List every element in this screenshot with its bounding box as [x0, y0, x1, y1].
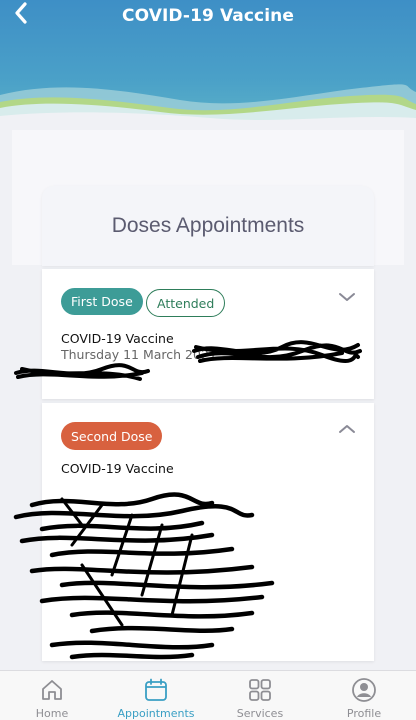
vaccine-name: COVID-19 Vaccine — [61, 331, 174, 346]
page-title: COVID-19 Vaccine — [122, 6, 294, 26]
redaction-scribble — [14, 363, 150, 381]
chevron-down-icon[interactable] — [338, 291, 356, 303]
home-icon — [42, 680, 62, 700]
dose-item-first[interactable]: First Dose Attended COVID-19 Vaccine Thu… — [14, 269, 374, 399]
profile-icon — [352, 678, 376, 702]
grid-icon — [249, 679, 271, 701]
dose-item-second[interactable]: Second Dose COVID-19 Vaccine — [13, 403, 374, 661]
tab-appointments-label: Appointments — [117, 707, 195, 720]
redaction-scribble — [13, 492, 275, 660]
app-header: COVID-19 Vaccine — [0, 0, 416, 130]
appointment-date: Thursday 11 March 2021 — [61, 347, 217, 362]
tab-home-label: Home — [35, 707, 69, 720]
tab-home[interactable]: Home — [0, 671, 104, 720]
tab-appointments[interactable]: Appointments — [104, 671, 208, 720]
doses-card-header: Doses Appointments — [42, 186, 374, 266]
tab-services[interactable]: Services — [208, 671, 312, 720]
vaccine-name: COVID-19 Vaccine — [61, 461, 174, 476]
dose-badge-first: First Dose — [61, 288, 143, 315]
chevron-up-icon[interactable] — [338, 423, 356, 435]
calendar-icon — [145, 678, 167, 701]
status-badge-attended: Attended — [146, 289, 226, 317]
redaction-scribble — [192, 340, 362, 363]
dose-badge-second: Second Dose — [61, 422, 163, 450]
doses-card-title: Doses Appointments — [111, 214, 305, 237]
tab-profile-label: Profile — [346, 707, 382, 720]
tab-profile[interactable]: Profile — [312, 671, 416, 720]
tab-services-label: Services — [236, 707, 284, 720]
bottom-tab-bar: Home Appointments Services Profile — [0, 670, 416, 720]
